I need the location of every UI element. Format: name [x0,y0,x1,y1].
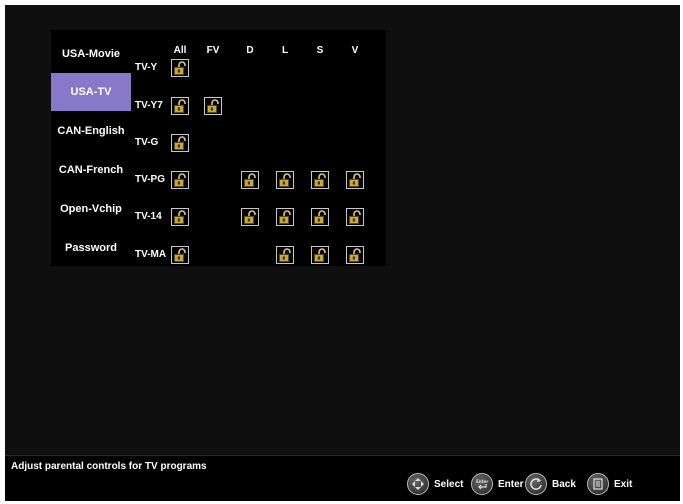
lock-tv-g-all[interactable] [171,134,189,152]
lock-tv-y7-fv[interactable] [204,97,222,115]
menu-item-usa-tv[interactable]: USA-TV [51,73,131,111]
column-header-v: V [351,45,359,56]
lock-tv-pg-d[interactable] [241,171,259,189]
hint-select: Select [407,473,463,495]
lock-tv-pg-all[interactable] [171,171,189,189]
hint-enter: Enter Enter [471,473,524,495]
lock-tv-pg-s[interactable] [311,171,329,189]
lock-tv-y-all[interactable] [171,59,189,77]
svg-text:Enter: Enter [476,479,488,484]
lock-tv-14-l[interactable] [276,208,294,226]
hint-label: Exit [614,478,633,490]
hint-label: Enter [498,478,524,490]
lock-tv-ma-v[interactable] [346,246,364,264]
column-header-fv: FV [206,45,220,56]
column-header-d: D [246,45,254,56]
enter-icon: Enter [471,473,493,495]
back-icon [525,473,547,495]
parental-control-panel: USA-Movie USA-TV CAN-English CAN-French Open… [51,30,386,266]
lock-tv-14-d[interactable] [241,208,259,226]
lock-tv-y7-all[interactable] [171,97,189,115]
hint-back: Back [525,473,576,495]
lock-tv-ma-s[interactable] [311,246,329,264]
dpad-icon [407,473,429,495]
menu-item-open-vchip[interactable]: Open-Vchip [51,190,131,228]
lock-tv-14-all[interactable] [171,208,189,226]
menu-item-can-english[interactable]: CAN-English [51,112,131,150]
lock-tv-ma-l[interactable] [276,246,294,264]
lock-tv-14-s[interactable] [311,208,329,226]
lock-tv-pg-l[interactable] [276,171,294,189]
hint-label: Select [434,478,464,490]
lock-tv-14-v[interactable] [346,208,364,226]
hint-exit: Exit [587,473,632,495]
menu-item-can-french[interactable]: CAN-French [51,151,131,189]
column-header-l: L [281,45,289,56]
menu-item-password[interactable]: Password [51,229,131,267]
status-text: Adjust parental controls for TV programs [11,461,207,472]
exit-icon [587,473,609,495]
column-header-s: S [316,45,324,56]
lock-tv-pg-v[interactable] [346,171,364,189]
column-header-all: All [173,45,187,56]
hint-label: Back [552,478,576,490]
status-bar: Adjust parental controls for TV programs… [5,455,680,501]
lock-tv-ma-all[interactable] [171,246,189,264]
menu-item-usa-movie[interactable]: USA-Movie [51,35,131,73]
